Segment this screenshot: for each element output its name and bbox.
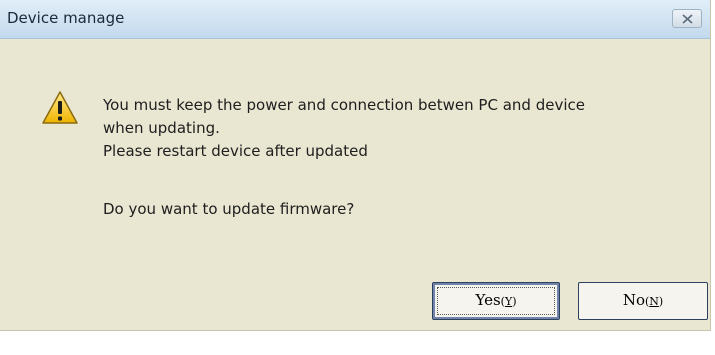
message-line-1: You must keep the power and connection b… — [103, 96, 585, 114]
no-button-label: No — [622, 291, 645, 309]
message-line-3: Please restart device after updated — [103, 142, 368, 160]
focus-rectangle — [437, 287, 555, 315]
no-mnemonic-close: ) — [658, 295, 664, 308]
question-text: Do you want to update firmware? — [103, 200, 355, 218]
yes-button[interactable]: Yes(Y) — [432, 282, 560, 320]
no-button[interactable]: No(N) — [578, 282, 708, 320]
message-line-2: when updating. — [103, 119, 220, 137]
device-manage-dialog: Device manage You must keep the power an… — [0, 0, 711, 331]
close-icon — [682, 14, 693, 24]
no-mnemonic: N — [649, 295, 659, 308]
title-bar[interactable]: Device manage — [0, 0, 710, 39]
close-button[interactable] — [672, 9, 702, 28]
warning-icon — [42, 91, 78, 124]
window-title: Device manage — [7, 9, 125, 27]
